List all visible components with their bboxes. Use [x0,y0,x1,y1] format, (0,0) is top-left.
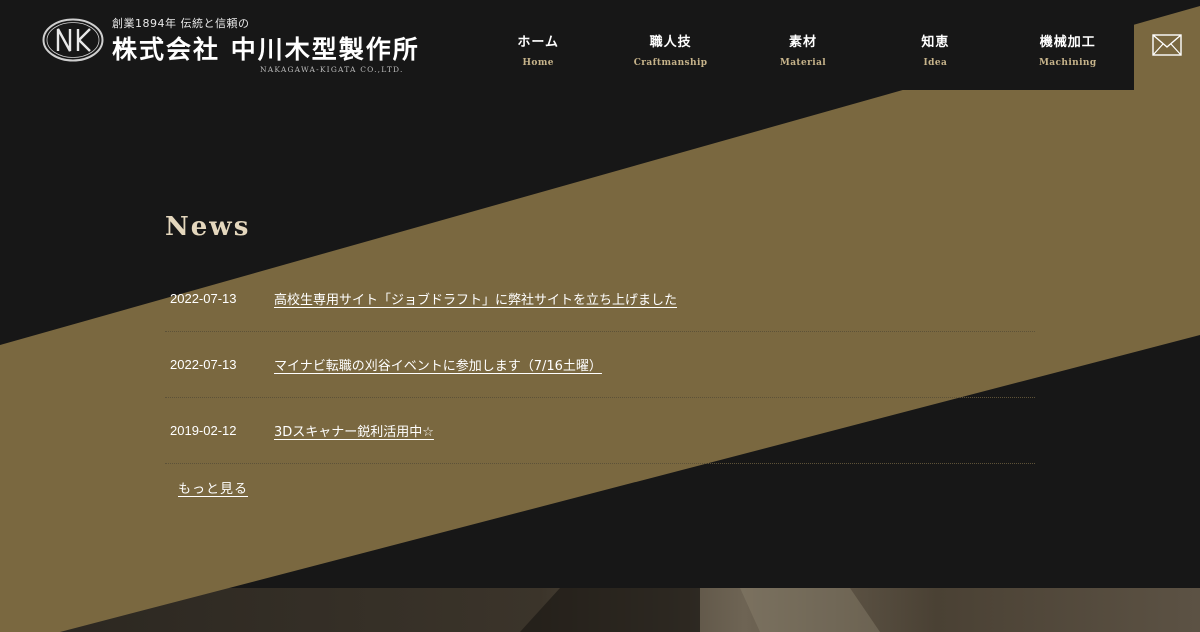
nav-item-craftmanship[interactable]: 職人技 Craftmanship [604,0,736,90]
nav-item-idea[interactable]: 知恵 Idea [869,0,1001,90]
news-item: 2022-07-13 高校生専用サイト「ジョブドラフト」に弊社サイトを立ち上げま… [165,266,1035,332]
news-date: 2019-02-12 [170,423,237,438]
nav-item-label-en: Craftmanship [633,58,708,68]
news-list: 2022-07-13 高校生専用サイト「ジョブドラフト」に弊社サイトを立ち上げま… [165,266,1035,464]
news-item: 2022-07-13 マイナビ転職の刈谷イベントに参加します（7/16土曜） [165,332,1035,398]
news-link[interactable]: 3Dスキャナー鋭利活用中☆ [274,421,434,440]
logo-tagline: 創業1894年 伝統と信頼の [112,17,250,30]
nk-logo-mark-icon [42,18,104,62]
mail-icon [1152,34,1182,56]
news-date: 2022-07-13 [170,291,237,306]
nav-item-machining[interactable]: 機械加工 Machining [1002,0,1134,90]
nav-item-label-jp: 素材 [788,35,817,50]
nav-item-label-jp: 職人技 [649,35,692,50]
news-link[interactable]: 高校生専用サイト「ジョブドラフト」に弊社サイトを立ち上げました [274,289,677,308]
main-nav: ホーム Home 職人技 Craftmanship 素材 Material 知恵… [472,0,1134,90]
news-heading: News [165,212,251,242]
news-section: News 2022-07-13 高校生専用サイト「ジョブドラフト」に弊社サイトを… [165,208,1035,497]
nav-item-label-en: Material [779,58,827,68]
nav-item-label-jp: 知恵 [921,35,950,50]
nav-item-label-jp: 機械加工 [1039,35,1096,50]
news-more-link[interactable]: もっと見る [178,478,248,497]
nav-item-label-en: Home [522,58,554,68]
nav-item-home[interactable]: ホーム Home [472,0,604,90]
company-name-roman: NAKAGAWA-KIGATA CO.,LTD. [260,65,404,74]
news-link[interactable]: マイナビ転職の刈谷イベントに参加します（7/16土曜） [274,355,602,374]
nav-item-label-en: Idea [923,58,948,68]
nav-item-label-jp: ホーム [517,35,559,50]
news-date: 2022-07-13 [170,357,237,372]
news-item: 2019-02-12 3Dスキャナー鋭利活用中☆ [165,398,1035,464]
contact-mail-button[interactable] [1134,0,1200,90]
company-name: 株式会社 中川木型製作所 [112,35,420,64]
nav-item-material[interactable]: 素材 Material [737,0,869,90]
company-logo[interactable]: 創業1894年 伝統と信頼の 株式会社 中川木型製作所 NAKAGAWA-KIG… [42,14,432,76]
nav-item-label-en: Machining [1038,58,1097,68]
